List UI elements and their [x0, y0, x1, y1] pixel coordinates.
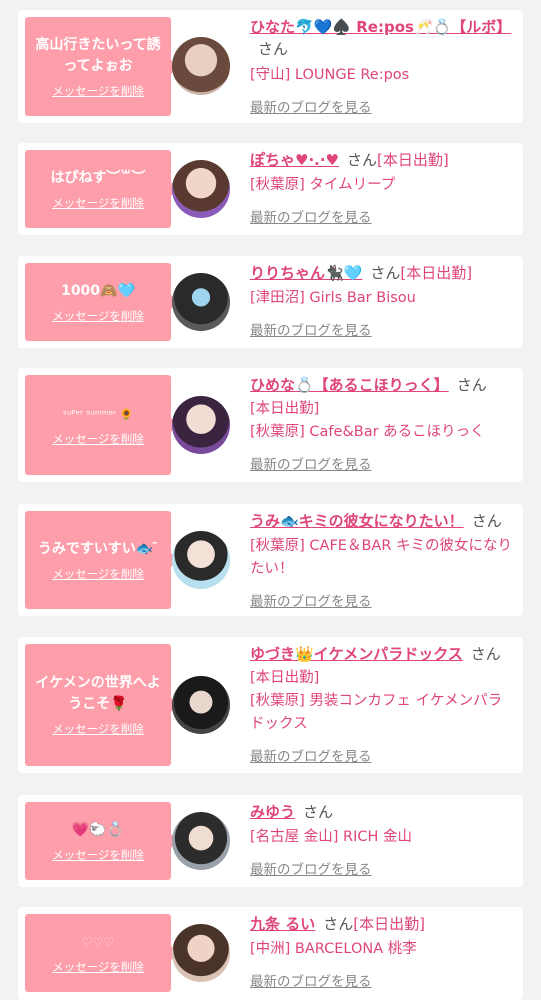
name-line: ゆづき👑イケメンパラドックス さん [250, 643, 515, 665]
delete-message-link[interactable]: メッセージを削除 [52, 847, 144, 863]
cast-info: うみ🐟キミの彼女になりたい！ さん [秋葉原] CAFE＆BAR キミの彼女になり… [250, 510, 515, 610]
message-card: イケメンの世界へようこそ🌹 メッセージを削除 ゆづき👑イケメンパラドックス さん … [18, 637, 523, 773]
delete-message-link[interactable]: メッセージを削除 [52, 959, 144, 975]
message-card: 1000🙈🩵 メッセージを削除 りりちゃん🐈‍⬛🩵 さん[本日出勤] [津田沼] … [18, 256, 523, 348]
cast-info: 九条 るい さん[本日出勤] [中洲] BARCELONA 桃李 最新のブログを見… [250, 913, 515, 990]
name-line: うみ🐟キミの彼女になりたい！ さん [250, 510, 515, 532]
name-line: 九条 るい さん[本日出勤] [250, 913, 515, 935]
shop-name: [秋葉原] CAFE＆BAR キミの彼女になりたい！ [250, 538, 513, 577]
delete-message-link[interactable]: メッセージを削除 [52, 431, 144, 447]
avatar[interactable] [172, 812, 230, 870]
avatar[interactable] [172, 160, 230, 218]
delete-message-link[interactable]: メッセージを削除 [52, 721, 144, 737]
blog-link[interactable]: 最新のブログを見る [250, 970, 515, 990]
delete-message-link[interactable]: メッセージを削除 [52, 566, 144, 582]
message-text: 高山行きたいって誘ってよぉお [35, 36, 161, 74]
cast-info: りりちゃん🐈‍⬛🩵 さん[本日出勤] [津田沼] Girls Bar Bisou … [250, 262, 515, 339]
cast-name-link[interactable]: うみ🐟キミの彼女になりたい！ [250, 512, 464, 530]
name-line: りりちゃん🐈‍⬛🩵 さん[本日出勤] [250, 262, 515, 284]
avatar[interactable] [172, 924, 230, 982]
delete-message-link[interactable]: メッセージを削除 [52, 195, 144, 211]
avatar[interactable] [172, 273, 230, 331]
name-line: みゆう さん [250, 801, 515, 823]
cast-name-link[interactable]: ひめな💍【あるこほりっく】 [250, 376, 449, 394]
honorific: さん [303, 803, 334, 821]
honorific: さん [347, 151, 378, 169]
cast-name-link[interactable]: ぽちゃ♥·.·♥ [250, 151, 339, 169]
blog-link[interactable]: 最新のブログを見る [250, 96, 515, 116]
honorific: さん [370, 264, 401, 282]
cast-name-link[interactable]: みゆう [250, 803, 295, 821]
message-text: 💗🐑💍 [71, 821, 125, 838]
on-duty-badge: [本日出勤] [250, 401, 320, 417]
shop-name: [名古屋 金山] RICH 金山 [250, 829, 413, 845]
cast-info: ゆづき👑イケメンパラドックス さん [本日出勤] [秋葉原] 男装コンカフェ イケ… [250, 643, 515, 765]
message-bubble: ˢᵘᴾᵉʳ ˢᵘᵐᵐᵉʳ 🌻 メッセージを削除 [25, 375, 178, 475]
blog-link[interactable]: 最新のブログを見る [250, 453, 515, 473]
message-bubble: イケメンの世界へようこそ🌹 メッセージを削除 [25, 644, 178, 766]
shop-name: [津田沼] Girls Bar Bisou [250, 290, 416, 306]
blog-link[interactable]: 最新のブログを見る [250, 590, 515, 610]
message-text: イケメンの世界へようこそ🌹 [35, 675, 161, 712]
message-card: 💗🐑💍 メッセージを削除 みゆう さん [名古屋 金山] RICH 金山 最新のブ… [18, 795, 523, 887]
message-card: ˢᵘᴾᵉʳ ˢᵘᵐᵐᵉʳ 🌻 メッセージを削除 ひめな💍【あるこほりっく】 さん … [18, 368, 523, 482]
message-bubble: うみですいすい🐟 ̄ メッセージを削除 [25, 511, 178, 609]
cast-name-link[interactable]: ゆづき👑イケメンパラドックス [250, 645, 463, 663]
cast-name-link[interactable]: 九条 るい [250, 915, 315, 933]
avatar[interactable] [172, 676, 230, 734]
blog-link[interactable]: 最新のブログを見る [250, 319, 515, 339]
blog-link[interactable]: 最新のブログを見る [250, 858, 515, 878]
message-text: うみですいすい🐟 ̄ [37, 540, 159, 557]
shop-name: [守山] LOUNGE Re:pos [250, 67, 410, 83]
message-bubble: 1000🙈🩵 メッセージを削除 [25, 263, 178, 341]
avatar[interactable] [172, 531, 230, 589]
message-card: ♡♡♡ メッセージを削除 九条 るい さん[本日出勤] [中洲] BARCELON… [18, 907, 523, 1000]
message-bubble: 高山行きたいって誘ってよぉお メッセージを削除 [25, 17, 178, 116]
cast-name-link[interactable]: りりちゃん🐈‍⬛🩵 [250, 264, 362, 282]
on-duty-badge: [本日出勤] [250, 670, 320, 686]
message-bubble: ♡♡♡ メッセージを削除 [25, 914, 178, 992]
message-card: はぴねす︶꒳︶ メッセージを削除 ぽちゃ♥·.·♥ さん[本日出勤] [秋葉原] … [18, 143, 523, 235]
blog-link[interactable]: 最新のブログを見る [250, 745, 515, 765]
delete-message-link[interactable]: メッセージを削除 [52, 83, 144, 99]
honorific: さん [471, 512, 502, 530]
blog-link[interactable]: 最新のブログを見る [250, 206, 515, 226]
honorific: さん [323, 915, 354, 933]
shop-name: [中洲] BARCELONA 桃李 [250, 941, 417, 957]
name-line: ひめな💍【あるこほりっく】 さん [250, 374, 515, 396]
cast-info: みゆう さん [名古屋 金山] RICH 金山 最新のブログを見る [250, 801, 515, 878]
on-duty-badge: [本日出勤] [353, 915, 425, 933]
delete-message-link[interactable]: メッセージを削除 [52, 308, 144, 324]
message-card: うみですいすい🐟 ̄ メッセージを削除 うみ🐟キミの彼女になりたい！ さん [秋葉… [18, 504, 523, 616]
on-duty-badge: [本日出勤] [377, 151, 449, 169]
cast-name-link[interactable]: ひなた🐬💙♠️ Re:pos🥂💍【ルボ】 [250, 18, 511, 36]
avatar[interactable] [172, 37, 230, 95]
message-text: ˢᵘᴾᵉʳ ˢᵘᵐᵐᵉʳ 🌻 [62, 407, 134, 421]
cast-info: ひなた🐬💙♠️ Re:pos🥂💍【ルボ】さん [守山] LOUNGE Re:po… [250, 16, 515, 116]
message-list: 高山行きたいって誘ってよぉお メッセージを削除 ひなた🐬💙♠️ Re:pos🥂💍… [0, 0, 541, 1000]
cast-info: ぽちゃ♥·.·♥ さん[本日出勤] [秋葉原] タイムリープ 最新のブログを見る [250, 149, 515, 226]
shop-name: [秋葉原] 男装コンカフェ イケメンパラドックス [250, 693, 503, 732]
shop-name: [秋葉原] タイムリープ [250, 177, 396, 193]
name-line: ひなた🐬💙♠️ Re:pos🥂💍【ルボ】さん [250, 16, 515, 60]
name-line: ぽちゃ♥·.·♥ さん[本日出勤] [250, 149, 515, 171]
message-text: 1000🙈🩵 [61, 282, 135, 299]
message-text: ♡♡♡ [81, 934, 115, 949]
shop-name: [秋葉原] Cafe&Bar あるこほりっく [250, 424, 485, 440]
on-duty-badge: [本日出勤] [400, 264, 473, 282]
message-text: はぴねす︶꒳︶ [50, 169, 146, 186]
message-card: 高山行きたいって誘ってよぉお メッセージを削除 ひなた🐬💙♠️ Re:pos🥂💍… [18, 10, 523, 123]
message-bubble: はぴねす︶꒳︶ メッセージを削除 [25, 150, 178, 228]
honorific: さん [258, 40, 289, 58]
message-bubble: 💗🐑💍 メッセージを削除 [25, 802, 178, 880]
avatar[interactable] [172, 396, 230, 454]
honorific: さん [456, 376, 487, 394]
cast-info: ひめな💍【あるこほりっく】 さん [本日出勤] [秋葉原] Cafe&Bar ある… [250, 374, 515, 473]
honorific: さん [470, 645, 501, 663]
